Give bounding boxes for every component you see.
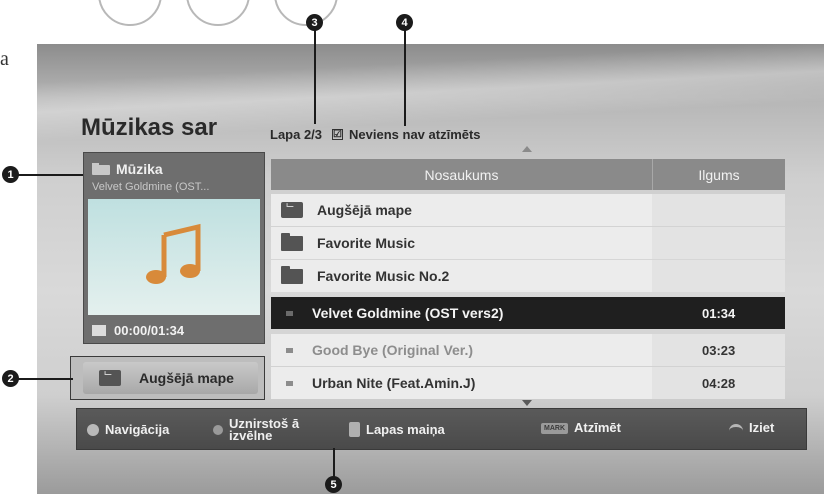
column-name-header: Nosaukums <box>424 166 499 183</box>
music-file-icon <box>286 310 293 316</box>
list-header: Nosaukums Ilgums <box>271 159 785 190</box>
preview-panel: Mūzika Velvet Goldmine (OST... 00:00/01:… <box>83 152 265 344</box>
folder-icon <box>281 265 303 284</box>
callout-line <box>333 448 335 478</box>
callout-line <box>17 174 83 176</box>
list-item-duration <box>652 260 785 292</box>
column-duration-header: Ilgums <box>652 159 785 190</box>
up-folder-button-frame: Augšējā mape <box>70 356 265 400</box>
list-item-label: Good Bye (Original Ver.) <box>312 342 474 358</box>
folder-icon <box>281 232 303 251</box>
list-item-name-cell: Good Bye (Original Ver.) <box>271 334 652 366</box>
list-item-duration <box>652 194 785 226</box>
list-item-name-cell: Favorite Music <box>271 227 652 259</box>
up-folder-icon <box>281 202 303 218</box>
preview-category: Mūzika <box>116 161 163 177</box>
help-page-change-label: Lapas maiņa <box>366 421 445 437</box>
callout-4: 4 <box>396 14 413 31</box>
back-exit-icon <box>729 423 743 433</box>
help-popup-menu: Uznirstoš ā izvēlne <box>213 417 299 443</box>
help-exit: Iziet <box>729 420 775 435</box>
callout-1: 1 <box>2 166 19 183</box>
list-item[interactable]: Favorite Music <box>271 227 785 259</box>
callout-line <box>17 378 73 380</box>
list-item-name-cell: Favorite Music No.2 <box>271 260 652 292</box>
page-indicator: Lapa 2/3 <box>270 127 323 142</box>
music-folder-icon <box>92 163 110 175</box>
list-item[interactable]: Favorite Music No.2 <box>271 260 785 292</box>
album-art <box>88 199 260 315</box>
list-item-label: Urban Nite (Feat.Amin.J) <box>312 375 476 391</box>
page-title: Mūzikas sar <box>81 114 218 141</box>
up-folder-icon <box>99 370 121 386</box>
scroll-down-arrow[interactable] <box>522 400 532 406</box>
help-bar: Navigācija Uznirstoš ā izvēlne Lapas mai… <box>76 408 807 450</box>
help-exit-label: Iziet <box>749 420 775 435</box>
up-folder-button-label: Augšējā mape <box>139 370 234 386</box>
ok-button-icon <box>213 425 223 435</box>
music-file-icon <box>286 347 293 353</box>
preview-header: Mūzika <box>92 161 163 177</box>
preview-track-title: Velvet Goldmine (OST... <box>92 181 210 193</box>
stop-icon <box>92 325 106 336</box>
list-item-selected[interactable]: Velvet Goldmine (OST vers2) 01:34 <box>271 297 785 329</box>
callout-3: 3 <box>306 14 323 31</box>
list-item-label: Favorite Music No.2 <box>317 268 450 284</box>
help-popup-label: Uznirstoš ā izvēlne <box>229 417 299 443</box>
mark-status: Neviens nav atzīmēts <box>349 127 481 142</box>
scroll-up-arrow[interactable] <box>522 146 532 152</box>
decorative-circle <box>186 0 250 26</box>
list-item-duration: 03:23 <box>652 334 785 366</box>
playback-time: 00:00/01:34 <box>114 323 185 338</box>
list-item-name-cell: Augšējā mape <box>271 194 652 226</box>
help-mark-label: Atzīmēt <box>574 420 621 435</box>
callout-2: 2 <box>2 370 19 387</box>
music-note-icon <box>146 223 201 284</box>
list-item[interactable]: Augšējā mape <box>271 194 785 226</box>
page-change-icon <box>349 422 360 437</box>
decorative-circle <box>98 0 162 26</box>
mark-key-icon: MARK <box>541 422 568 434</box>
navigation-arrows-icon <box>87 424 99 436</box>
list-item-label: Augšējā mape <box>317 202 412 218</box>
list-item-name-cell: Urban Nite (Feat.Amin.J) <box>271 367 652 399</box>
playback-status: 00:00/01:34 <box>92 323 184 338</box>
list-item-duration: 01:34 <box>702 305 736 321</box>
list-item-label: Favorite Music <box>317 235 416 251</box>
callout-line <box>314 30 316 124</box>
file-list: Nosaukums Ilgums Augšējā mape Favorite M… <box>271 159 785 404</box>
help-page-change: Lapas maiņa <box>349 422 445 437</box>
list-item-duration: 04:28 <box>652 367 785 399</box>
page-info-bar: Lapa 2/3 ☑ Neviens nav atzīmēts <box>270 127 481 142</box>
up-folder-button[interactable]: Augšējā mape <box>83 362 258 394</box>
list-item-label: Velvet Goldmine (OST vers2) <box>312 305 504 321</box>
help-navigation-label: Navigācija <box>105 422 170 437</box>
callout-line <box>404 30 406 126</box>
mark-checkbox-icon[interactable]: ☑ <box>332 129 344 140</box>
list-item[interactable]: Good Bye (Original Ver.) 03:23 <box>271 334 785 366</box>
callout-5: 5 <box>325 476 342 493</box>
help-navigation: Navigācija <box>87 422 170 437</box>
music-file-icon <box>286 380 293 386</box>
list-item[interactable]: Urban Nite (Feat.Amin.J) 04:28 <box>271 367 785 399</box>
help-popup-label-line2: izvēlne <box>229 428 273 443</box>
stray-text: a <box>0 48 9 70</box>
list-item-name-cell: Velvet Goldmine (OST vers2) <box>271 297 652 329</box>
list-item-duration <box>652 227 785 259</box>
help-mark: MARK Atzīmēt <box>541 420 621 435</box>
